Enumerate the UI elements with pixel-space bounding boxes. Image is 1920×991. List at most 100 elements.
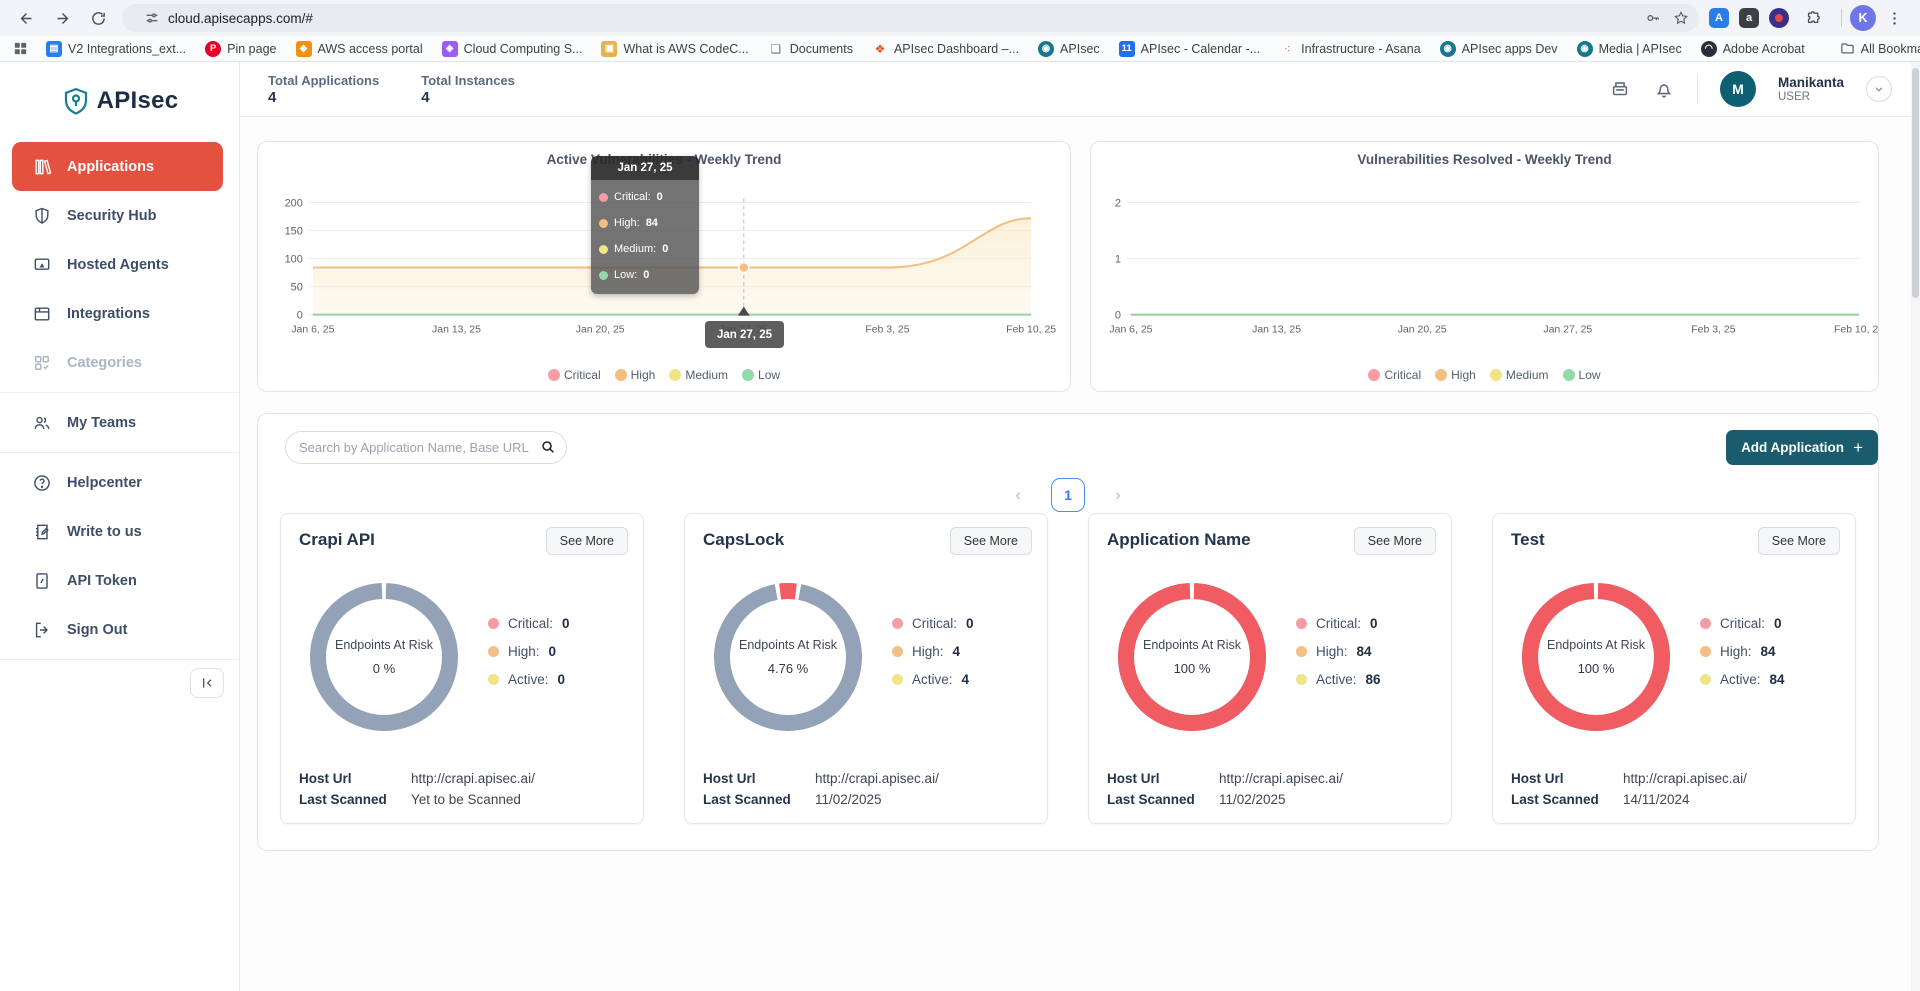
bookmark-star-icon[interactable] xyxy=(1673,10,1689,26)
bookmark-favicon: ▤ xyxy=(46,41,62,57)
legend-item-high[interactable]: High xyxy=(615,368,656,382)
browser-menu-icon[interactable] xyxy=(1880,4,1908,32)
legend-item-medium[interactable]: Medium xyxy=(1490,368,1549,382)
bookmark-item[interactable]: ◆AWS access portal xyxy=(296,41,423,57)
user-avatar[interactable]: M xyxy=(1720,71,1756,107)
url-text[interactable]: cloud.apisecapps.com/# xyxy=(168,11,1633,26)
stat-high: High:4 xyxy=(892,644,974,659)
sidebar-item-write-to-us[interactable]: Write to us xyxy=(0,507,239,556)
svg-text:Jan 27, 25: Jan 27, 25 xyxy=(1543,324,1592,335)
add-application-button[interactable]: Add Application + xyxy=(1726,430,1878,465)
bookmark-label: APIsec xyxy=(1060,42,1100,56)
notification-bell-icon[interactable] xyxy=(1653,78,1675,100)
see-more-button[interactable]: See More xyxy=(546,527,628,555)
forward-icon[interactable] xyxy=(48,4,76,32)
chart-tooltip: Jan 27, 25 Critical:0High:84Medium:0Low:… xyxy=(591,156,699,294)
bookmark-item[interactable]: ❖APIsec Dashboard –... xyxy=(872,41,1019,57)
sidebar-divider xyxy=(0,452,239,453)
scanner-icon[interactable] xyxy=(1609,78,1631,100)
add-application-label: Add Application xyxy=(1741,440,1844,455)
bookmark-item[interactable]: ▤V2 Integrations_ext... xyxy=(46,41,186,57)
sign-out-icon xyxy=(32,620,52,640)
bookmark-favicon: 11 xyxy=(1119,41,1135,57)
sidebar-item-label: Integrations xyxy=(67,306,150,322)
bookmark-item[interactable]: P Pin page xyxy=(205,41,276,57)
browser-profile-avatar[interactable]: K xyxy=(1850,5,1876,31)
bookmark-item[interactable]: ◉APIsec xyxy=(1038,41,1100,57)
extension-a2-icon[interactable]: a xyxy=(1739,8,1759,28)
high-dot xyxy=(1296,646,1307,657)
search-input[interactable] xyxy=(285,431,567,464)
application-card-crapi-api: Crapi API See More Endpoints At Risk 0 %… xyxy=(280,513,644,824)
token-document-icon xyxy=(32,571,52,591)
endpoints-at-risk-donut: Endpoints At Risk 4.76 % xyxy=(703,572,873,742)
stat-high: High:84 xyxy=(1700,644,1785,659)
categories-grid-icon xyxy=(32,353,52,373)
sidebar: APIsec Applications Security Hub Hosted … xyxy=(0,62,240,991)
sidebar-item-integrations[interactable]: Integrations xyxy=(0,289,239,338)
pagination-page-1[interactable]: 1 xyxy=(1051,478,1085,512)
all-bookmarks[interactable]: All Bookmarks xyxy=(1840,41,1920,56)
legend-item-critical[interactable]: Critical xyxy=(1368,368,1421,382)
tune-icon[interactable] xyxy=(144,10,160,26)
bookmark-item[interactable]: ◈Cloud Computing S... xyxy=(442,41,583,57)
legend-item-low[interactable]: Low xyxy=(1563,368,1601,382)
back-icon[interactable] xyxy=(12,4,40,32)
high-dot xyxy=(892,646,903,657)
pagination-prev-icon[interactable]: ‹ xyxy=(1015,485,1021,505)
stat-high: High:0 xyxy=(488,644,570,659)
legend-item-low[interactable]: Low xyxy=(742,368,780,382)
stat-active: Active:4 xyxy=(892,672,974,687)
bookmark-favicon: ❏ xyxy=(768,41,784,57)
page-scrollbar[interactable] xyxy=(1911,62,1920,991)
password-key-icon[interactable] xyxy=(1645,10,1661,26)
extension-dot-icon[interactable] xyxy=(1769,8,1789,28)
scrollbar-thumb[interactable] xyxy=(1912,68,1919,298)
apps-grid-icon[interactable] xyxy=(10,39,30,59)
sidebar-item-helpcenter[interactable]: Helpcenter xyxy=(0,458,239,507)
extension-a-icon[interactable]: A xyxy=(1709,8,1729,28)
sidebar-item-api-token[interactable]: API Token xyxy=(0,556,239,605)
low-legend-dot xyxy=(742,369,754,381)
bookmark-label: Pin page xyxy=(227,42,276,56)
svg-text:Jan 6, 25: Jan 6, 25 xyxy=(1109,324,1152,335)
sidebar-item-categories[interactable]: Categories xyxy=(0,338,239,387)
search-icon[interactable] xyxy=(540,439,556,460)
last-scanned-value: 11/02/2025 xyxy=(815,792,882,807)
legend-item-high[interactable]: High xyxy=(1435,368,1476,382)
low-legend-dot xyxy=(1563,369,1575,381)
bookmark-label: Media | APIsec xyxy=(1599,42,1682,56)
host-url-value: http://crapi.apisec.ai/ xyxy=(1623,771,1747,786)
extensions-puzzle-icon[interactable] xyxy=(1799,4,1827,32)
bookmark-favicon: P xyxy=(205,41,221,57)
bookmark-item[interactable]: ◉APIsec apps Dev xyxy=(1440,41,1558,57)
see-more-button[interactable]: See More xyxy=(1758,527,1840,555)
bookmark-item[interactable]: 11APIsec - Calendar -... xyxy=(1119,41,1261,57)
address-bar[interactable]: cloud.apisecapps.com/# xyxy=(122,4,1699,32)
reload-icon[interactable] xyxy=(84,4,112,32)
svg-text:Feb 10, 25: Feb 10, 25 xyxy=(1834,324,1878,335)
user-menu-chevron[interactable] xyxy=(1866,76,1892,102)
last-scanned-value: Yet to be Scanned xyxy=(411,792,521,807)
sidebar-item-security-hub[interactable]: Security Hub xyxy=(0,191,239,240)
bookmark-item[interactable]: ◠Adobe Acrobat xyxy=(1701,41,1805,57)
bookmark-item[interactable]: ◉Media | APIsec xyxy=(1577,41,1682,57)
pagination-next-icon[interactable]: › xyxy=(1115,485,1121,505)
sidebar-item-sign-out[interactable]: Sign Out xyxy=(0,605,239,654)
sidebar-item-applications[interactable]: Applications xyxy=(12,142,223,191)
legend-item-critical[interactable]: Critical xyxy=(548,368,601,382)
host-url-label: Host Url xyxy=(1107,771,1219,786)
see-more-button[interactable]: See More xyxy=(1354,527,1436,555)
sidebar-collapse-button[interactable] xyxy=(190,668,224,698)
bookmark-item[interactable]: ▣What is AWS CodeC... xyxy=(601,41,748,57)
bookmark-item[interactable]: ❏Documents xyxy=(768,41,853,57)
host-url-value: http://crapi.apisec.ai/ xyxy=(815,771,939,786)
svg-text:Jan 20, 25: Jan 20, 25 xyxy=(576,324,625,335)
svg-text:100: 100 xyxy=(285,254,303,266)
sidebar-item-hosted-agents[interactable]: Hosted Agents xyxy=(0,240,239,289)
sidebar-item-my-teams[interactable]: My Teams xyxy=(0,398,239,447)
legend-item-medium[interactable]: Medium xyxy=(669,368,728,382)
sidebar-item-label: Write to us xyxy=(67,524,142,540)
bookmark-item[interactable]: ⁖Infrastructure - Asana xyxy=(1279,41,1421,57)
see-more-button[interactable]: See More xyxy=(950,527,1032,555)
